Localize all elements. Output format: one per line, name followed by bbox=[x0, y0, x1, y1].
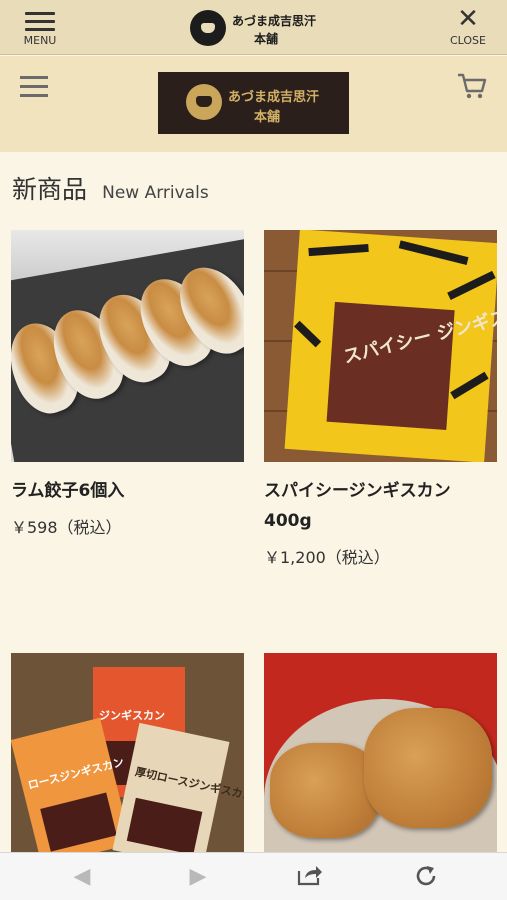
package-label: ジンギスカン bbox=[99, 709, 165, 722]
menu-button[interactable]: MENU bbox=[16, 8, 64, 50]
product-image-croquette[interactable] bbox=[264, 653, 497, 885]
section-title-jp: 新商品 bbox=[12, 175, 88, 204]
reload-icon[interactable] bbox=[408, 863, 444, 891]
product-image-spicy[interactable]: スパイシー ジンギスカン bbox=[264, 230, 497, 462]
package-label: 厚切ロースジンギスカン bbox=[133, 765, 244, 803]
back-arrow-icon[interactable]: ◀ bbox=[64, 863, 100, 891]
product-price: ￥1,200（税込） bbox=[264, 548, 390, 567]
product-card[interactable]: ラム餃子6個入 ￥598（税込） bbox=[11, 230, 244, 538]
cart-icon[interactable] bbox=[457, 72, 487, 100]
top-logo-text: あづま成吉思汗 bbox=[232, 14, 317, 28]
hamburger-icon bbox=[25, 12, 55, 31]
brand-subname: 本舗 bbox=[254, 110, 281, 125]
package-label: ロースジンギスカン bbox=[26, 755, 126, 792]
share-icon[interactable] bbox=[292, 863, 328, 891]
sheep-logo-icon bbox=[190, 10, 226, 46]
section-title-en: New Arrivals bbox=[102, 183, 209, 203]
top-logo-subtext: 本舗 bbox=[254, 32, 279, 46]
browser-toolbar: ◀ ▶ bbox=[0, 852, 507, 900]
sheep-logo-icon bbox=[186, 84, 222, 120]
top-bar: MENU あづま成吉思汗 本舗 ✕ CLOSE bbox=[0, 0, 507, 55]
close-icon: ✕ bbox=[457, 4, 479, 34]
product-image-gyoza[interactable] bbox=[11, 230, 244, 462]
top-logo[interactable]: あづま成吉思汗 本舗 bbox=[188, 6, 320, 50]
section-title: 新商品 New Arrivals bbox=[12, 170, 209, 206]
site-header: あづま成吉思汗 本舗 bbox=[0, 56, 507, 152]
product-image-lamb-set[interactable]: ジンギスカン ロースジンギスカン 厚切ロースジンギスカン bbox=[11, 653, 244, 885]
product-name[interactable]: スパイシージンギスカン 400g bbox=[264, 476, 497, 536]
brand-name: あづま成吉思汗 bbox=[228, 90, 320, 105]
product-name[interactable]: ラム餃子6個入 bbox=[11, 476, 244, 506]
menu-label: MENU bbox=[23, 34, 57, 47]
forward-arrow-icon[interactable]: ▶ bbox=[180, 863, 216, 891]
brand-logo[interactable]: あづま成吉思汗 本舗 bbox=[158, 72, 349, 134]
product-card[interactable]: スパイシー ジンギスカン スパイシージンギスカン 400g ￥1,200（税込） bbox=[264, 230, 497, 568]
close-label: CLOSE bbox=[449, 34, 486, 47]
hamburger-icon[interactable] bbox=[20, 76, 48, 103]
close-button[interactable]: ✕ CLOSE bbox=[443, 6, 493, 48]
product-price: ￥598（税込） bbox=[11, 518, 122, 537]
